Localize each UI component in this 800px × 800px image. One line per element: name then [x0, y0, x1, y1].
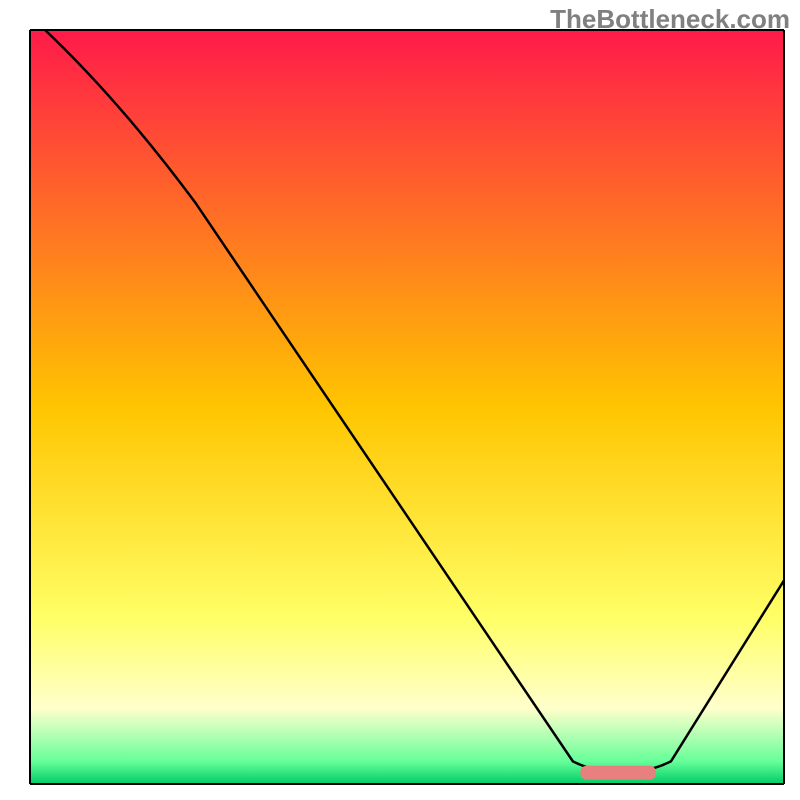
plot-background [30, 30, 784, 784]
bottleneck-chart: TheBottleneck.com [0, 0, 800, 800]
bottleneck-marker [580, 766, 655, 780]
watermark-text: TheBottleneck.com [550, 4, 790, 35]
chart-svg [0, 0, 800, 800]
